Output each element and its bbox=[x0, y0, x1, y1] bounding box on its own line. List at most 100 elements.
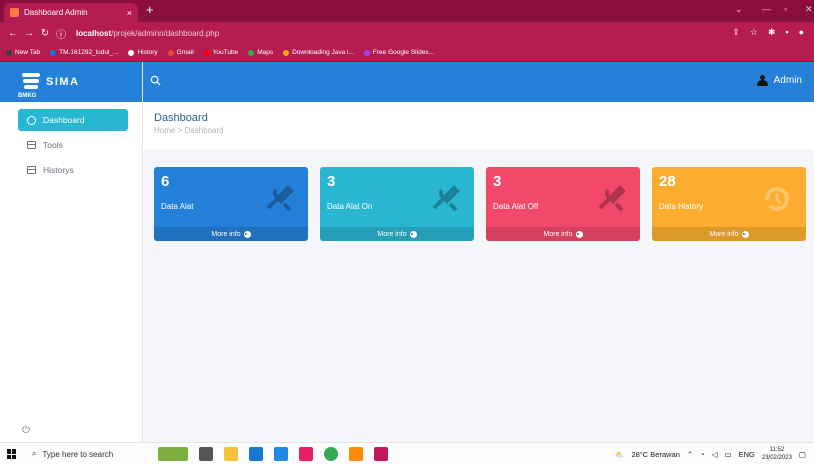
gmail-icon bbox=[167, 49, 174, 56]
sidepanel-icon[interactable]: ▪ bbox=[785, 27, 788, 38]
sidebar-item-label: Tools bbox=[43, 140, 63, 150]
tab-search-icon[interactable]: ⌄ bbox=[735, 4, 743, 15]
volume-icon[interactable]: ◁ bbox=[712, 450, 718, 459]
more-info-label: More info bbox=[377, 230, 407, 238]
bookmark-item[interactable]: History bbox=[128, 49, 158, 56]
table-icon bbox=[27, 141, 36, 149]
browser-tab[interactable]: Dashboard Admin × bbox=[4, 3, 138, 22]
star-icon[interactable]: ☆ bbox=[750, 27, 758, 38]
bookmark-item[interactable]: Maps bbox=[248, 49, 273, 56]
address-bar: ← → ↻ ⓘ localhost/projek/adminn/dashboar… bbox=[0, 22, 814, 44]
vscode-icon[interactable] bbox=[274, 447, 288, 461]
maximize-icon[interactable]: ▫ bbox=[784, 4, 787, 14]
reload-icon[interactable]: ↻ bbox=[38, 28, 52, 39]
tab-title: Dashboard Admin bbox=[24, 8, 88, 17]
url-path: /projek/adminn/dashboard.php bbox=[111, 28, 220, 38]
taskbar-search-placeholder: Type here to search bbox=[42, 449, 114, 459]
more-info-link[interactable]: More info bbox=[320, 227, 474, 241]
more-info-link[interactable]: More info bbox=[652, 227, 806, 241]
bookmark-icon bbox=[363, 49, 370, 56]
sidebar-item-historys[interactable]: Historys bbox=[18, 159, 128, 181]
card-label: Data Alat Off bbox=[493, 202, 539, 211]
tools-icon bbox=[432, 185, 460, 212]
battery-icon[interactable]: ▭ bbox=[725, 450, 732, 459]
close-window-icon[interactable]: ✕ bbox=[805, 4, 813, 15]
more-info-label: More info bbox=[211, 230, 241, 238]
clock[interactable]: 11:52 23/02/2023 bbox=[762, 446, 792, 462]
user-name: Admin bbox=[773, 75, 802, 86]
weather[interactable]: 28°C Berawan bbox=[631, 450, 679, 459]
more-info-label: More info bbox=[709, 230, 739, 238]
table-icon bbox=[27, 166, 36, 174]
power-icon[interactable]: ⏻ bbox=[22, 425, 30, 436]
file-explorer-icon[interactable] bbox=[224, 447, 238, 461]
card-data-history: 28 Data History More info bbox=[652, 167, 806, 241]
app-icon[interactable] bbox=[374, 447, 388, 461]
card-label: Data History bbox=[659, 202, 704, 211]
windows-start-icon[interactable] bbox=[7, 449, 17, 459]
arrow-circle-right-icon bbox=[741, 230, 749, 238]
xampp-icon[interactable] bbox=[349, 447, 363, 461]
time: 11:52 bbox=[769, 447, 785, 453]
forward-icon[interactable]: → bbox=[22, 28, 36, 39]
more-info-label: More info bbox=[543, 230, 573, 238]
user-menu[interactable]: Admin bbox=[756, 75, 802, 86]
maps-icon bbox=[248, 49, 255, 56]
system-tray: ⛅ 28°C Berawan ⌃ ◔ ◁ ▭ ENG 11:52 23/02/2… bbox=[615, 443, 806, 464]
network-icon[interactable]: ◔ bbox=[700, 450, 705, 459]
profile-icon[interactable]: ● bbox=[799, 27, 804, 38]
bookmark-icon bbox=[6, 49, 12, 56]
search-icon: ⌕ bbox=[32, 449, 37, 458]
new-tab-button[interactable]: + bbox=[146, 2, 154, 17]
url-field[interactable]: localhost/projek/adminn/dashboard.php bbox=[76, 29, 219, 38]
sidebar-item-label: Dashboard bbox=[43, 115, 85, 125]
bookmark-icon bbox=[283, 49, 290, 56]
content-header: Dashboard Home > Dashboard bbox=[143, 102, 814, 150]
task-view-icon[interactable] bbox=[199, 447, 213, 461]
browser-tab-bar: Dashboard Admin × + ⌄ — ▫ ✕ bbox=[0, 0, 814, 22]
share-icon[interactable]: ⇪ bbox=[732, 27, 740, 38]
widget-icon[interactable] bbox=[158, 447, 188, 461]
info-icon[interactable]: ⓘ bbox=[54, 26, 68, 41]
bookmark-label: Maps bbox=[257, 49, 274, 56]
bookmark-label: New Tab bbox=[15, 49, 41, 56]
top-navbar: Admin bbox=[143, 62, 814, 102]
user-icon bbox=[756, 75, 768, 86]
sidebar-item-tools[interactable]: Tools bbox=[18, 134, 128, 156]
bookmark-item[interactable]: YouTube bbox=[203, 49, 238, 56]
taskbar-apps bbox=[158, 447, 388, 461]
sidebar: SIMA Dashboard Tools Historys ⏻ bbox=[0, 62, 143, 442]
app-icon[interactable] bbox=[299, 447, 313, 461]
taskbar-search[interactable]: ⌕ Type here to search bbox=[32, 443, 113, 464]
card-data-alat: 6 Data Alat More info bbox=[154, 167, 308, 241]
breadcrumb-current: Dashboard bbox=[184, 126, 224, 135]
bookmark-item[interactable]: New Tab bbox=[6, 49, 40, 56]
bookmark-item[interactable]: Gmail bbox=[167, 49, 194, 56]
breadcrumb-home[interactable]: Home bbox=[154, 126, 175, 135]
bookmark-item[interactable]: Free Google Slides... bbox=[363, 49, 434, 56]
brand-sub: BMKG bbox=[18, 93, 37, 99]
chevron-up-icon[interactable]: ⌃ bbox=[687, 450, 693, 459]
tab-close-icon[interactable]: × bbox=[127, 8, 132, 18]
bookmark-item[interactable]: TM.161292_ludul_... bbox=[50, 49, 118, 56]
bookmark-label: Free Google Slides... bbox=[372, 49, 434, 56]
card-label: Data Alat On bbox=[327, 202, 373, 211]
search-icon[interactable] bbox=[150, 75, 161, 86]
back-icon[interactable]: ← bbox=[6, 28, 20, 39]
more-info-link[interactable]: More info bbox=[486, 227, 640, 241]
language[interactable]: ENG bbox=[739, 450, 755, 459]
chrome-icon[interactable] bbox=[324, 447, 338, 461]
more-info-link[interactable]: More info bbox=[154, 227, 308, 241]
arrow-circle-right-icon bbox=[409, 230, 417, 238]
dashboard-icon bbox=[27, 115, 36, 125]
bookmark-item[interactable]: Downloading Java i... bbox=[283, 49, 354, 56]
notification-icon[interactable]: ▢ bbox=[799, 450, 806, 459]
extensions-icon[interactable]: ✱ bbox=[768, 27, 776, 38]
store-icon[interactable] bbox=[249, 447, 263, 461]
card-data-alat-off: 3 Data Alat Off More info bbox=[486, 167, 640, 241]
tools-icon bbox=[266, 185, 294, 212]
minimize-icon[interactable]: — bbox=[762, 4, 771, 14]
sidebar-item-dashboard[interactable]: Dashboard bbox=[18, 109, 128, 131]
bmkg-logo-icon bbox=[22, 71, 40, 93]
bookmark-label: Downloading Java i... bbox=[292, 49, 354, 56]
